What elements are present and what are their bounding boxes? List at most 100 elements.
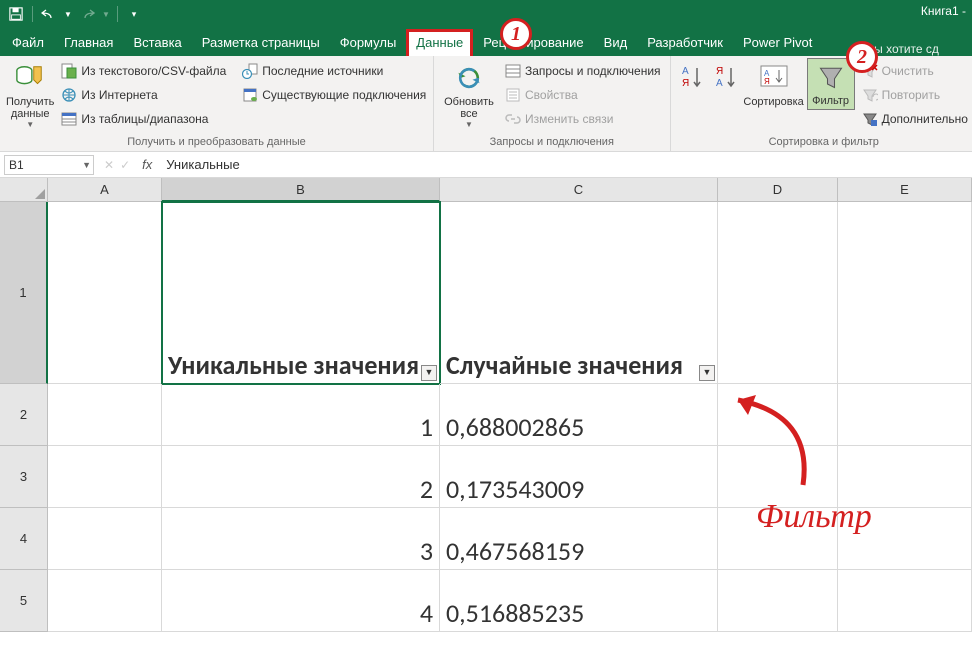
from-web-button[interactable]: Из Интернета	[58, 84, 229, 106]
tab-home[interactable]: Главная	[54, 29, 123, 56]
name-box-dropdown-icon[interactable]: ▼	[82, 160, 91, 170]
recent-sources-button[interactable]: Последние источники	[239, 60, 429, 82]
sort-label: Сортировка	[743, 96, 803, 108]
from-table-button[interactable]: Из таблицы/диапазона	[58, 108, 229, 130]
cell-a2[interactable]	[48, 384, 162, 446]
row-header-4[interactable]: 4	[0, 508, 48, 570]
ribbon: Получить данные ▼ Из текстового/CSV-файл…	[0, 56, 972, 152]
filter-button[interactable]: Фильтр	[807, 58, 855, 110]
tab-powerpivot[interactable]: Power Pivot	[733, 29, 822, 56]
sort-desc-button[interactable]: ЯА	[711, 58, 741, 94]
get-data-label: Получить данные	[6, 96, 54, 120]
annotation-badge-2: 2	[846, 41, 878, 73]
quick-access-toolbar: ▼ ▼ ▾	[6, 4, 144, 24]
ribbon-group-label-2: Запросы и подключения	[440, 134, 664, 151]
cell-a3[interactable]	[48, 446, 162, 508]
row-header-1[interactable]: 1	[0, 202, 48, 384]
grid-body: 1 2 3 4 5 Уникальные значения▼ Случайные…	[0, 202, 972, 632]
cell-d1[interactable]	[718, 202, 838, 384]
col-header-a[interactable]: A	[48, 178, 162, 202]
annotation-badge-1: 1	[500, 18, 532, 50]
queries-connections-button[interactable]: Запросы и подключения	[502, 60, 664, 82]
cell-c2[interactable]: 0,688002865	[440, 384, 718, 446]
qat-customize-icon[interactable]: ▾	[124, 4, 144, 24]
col-header-d[interactable]: D	[718, 178, 838, 202]
recent-sources-icon	[242, 63, 258, 79]
existing-connections-icon	[242, 87, 258, 103]
select-all-corner[interactable]	[0, 178, 48, 202]
from-text-csv-button[interactable]: Из текстового/CSV-файла	[58, 60, 229, 82]
from-text-icon	[61, 63, 77, 79]
fx-icon[interactable]: fx	[142, 157, 152, 172]
tab-review[interactable]: Рецензирование	[473, 29, 593, 56]
tab-view[interactable]: Вид	[594, 29, 638, 56]
ribbon-group-queries: Обновить все ▼ Запросы и подключения Сво…	[434, 56, 671, 151]
save-icon[interactable]	[6, 4, 26, 24]
advanced-filter-button[interactable]: Дополнительно	[859, 108, 971, 130]
ribbon-group-get-transform: Получить данные ▼ Из текстового/CSV-файл…	[0, 56, 434, 151]
refresh-all-button[interactable]: Обновить все ▼	[440, 58, 498, 129]
properties-button: Свойства	[502, 84, 664, 106]
cell-c5[interactable]: 0,516885235	[440, 570, 718, 632]
annotation-filter-label: Фильтр	[756, 498, 872, 536]
row-header-3[interactable]: 3	[0, 446, 48, 508]
cell-b3[interactable]: 2	[162, 446, 440, 508]
sort-button[interactable]: АЯ Сортировка	[745, 58, 803, 108]
column-header-row: A B C D E	[0, 178, 972, 202]
ribbon-group-sort-filter: АЯ ЯА АЯ Сортировка Фильтр Очистить Повт…	[671, 56, 972, 151]
filter-label: Фильтр	[812, 95, 849, 107]
queries-icon	[505, 63, 521, 79]
cell-a1[interactable]	[48, 202, 162, 384]
filter-dropdown-b1[interactable]: ▼	[421, 365, 437, 381]
row-header-5[interactable]: 5	[0, 570, 48, 632]
cell-b4[interactable]: 3	[162, 508, 440, 570]
from-web-icon	[61, 87, 77, 103]
tab-formulas[interactable]: Формулы	[330, 29, 407, 56]
svg-text:А: А	[682, 66, 689, 77]
edit-links-icon	[505, 111, 521, 127]
svg-text:Я: Я	[682, 78, 689, 89]
cell-b2[interactable]: 1	[162, 384, 440, 446]
cell-e2[interactable]	[838, 384, 972, 446]
cell-c4[interactable]: 0,467568159	[440, 508, 718, 570]
col-header-e[interactable]: E	[838, 178, 972, 202]
get-data-icon	[14, 62, 46, 94]
cell-c1[interactable]: Случайные значения▼	[440, 202, 718, 384]
cell-a5[interactable]	[48, 570, 162, 632]
refresh-all-label: Обновить все	[440, 96, 498, 120]
cell-d5[interactable]	[718, 570, 838, 632]
sort-asc-button[interactable]: АЯ	[677, 58, 707, 94]
cell-b1[interactable]: Уникальные значения▼	[162, 202, 440, 384]
tab-data[interactable]: Данные	[406, 29, 473, 56]
edit-links-button: Изменить связи	[502, 108, 664, 130]
formula-input[interactable]: Уникальные	[166, 157, 239, 172]
properties-icon	[505, 87, 521, 103]
cell-c3[interactable]: 0,173543009	[440, 446, 718, 508]
ribbon-group-label-1: Получить и преобразовать данные	[6, 134, 427, 151]
tab-insert[interactable]: Вставка	[123, 29, 191, 56]
col-header-b[interactable]: B	[162, 178, 440, 202]
existing-connections-button[interactable]: Существующие подключения	[239, 84, 429, 106]
tab-page-layout[interactable]: Разметка страницы	[192, 29, 330, 56]
sort-desc-icon: ЯА	[710, 62, 742, 94]
cell-a4[interactable]	[48, 508, 162, 570]
cell-b5[interactable]: 4	[162, 570, 440, 632]
tab-file[interactable]: Файл	[6, 29, 54, 56]
cell-e5[interactable]	[838, 570, 972, 632]
undo-icon[interactable]	[39, 4, 59, 24]
row-header-2[interactable]: 2	[0, 384, 48, 446]
ribbon-tabs: Файл Главная Вставка Разметка страницы Ф…	[0, 28, 972, 56]
filter-dropdown-c1[interactable]: ▼	[699, 365, 715, 381]
tab-developer[interactable]: Разработчик	[637, 29, 733, 56]
cell-e1[interactable]	[838, 202, 972, 384]
undo-dropdown-icon[interactable]: ▼	[63, 4, 73, 24]
cell-d2[interactable]	[718, 384, 838, 446]
sort-icon: АЯ	[758, 62, 790, 94]
workbook-title: Книга1 -	[921, 4, 966, 18]
col-header-c[interactable]: C	[440, 178, 718, 202]
confirm-icon: ✓	[120, 158, 130, 172]
name-box[interactable]: B1▼	[4, 155, 94, 175]
get-data-button[interactable]: Получить данные ▼	[6, 58, 54, 129]
redo-icon	[77, 4, 97, 24]
title-bar: ▼ ▼ ▾ Книга1 -	[0, 0, 972, 28]
